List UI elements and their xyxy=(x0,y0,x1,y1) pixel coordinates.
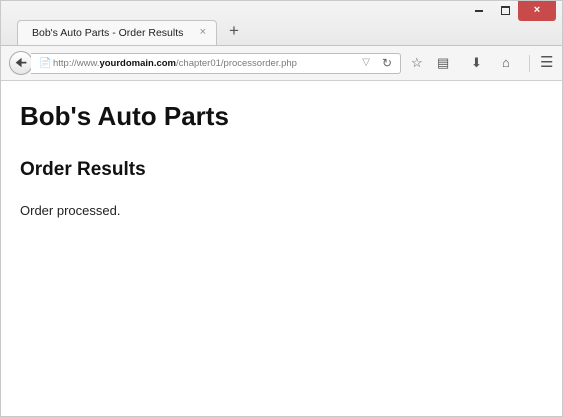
tab-order-results[interactable]: Bob's Auto Parts - Order Results × xyxy=(17,20,217,45)
bookmark-star-icon[interactable]: ☆ xyxy=(411,55,423,71)
new-tab-icon[interactable]: + xyxy=(229,22,239,39)
browser-window: Bob's Auto Parts - Order Results × + × 🠈… xyxy=(0,0,563,417)
url-path: /chapter01/processorder.php xyxy=(176,58,297,69)
tab-close-icon[interactable]: × xyxy=(200,26,206,38)
title-bar: Bob's Auto Parts - Order Results × + × xyxy=(1,1,562,45)
page-content: Bob's Auto Parts Order Results Order pro… xyxy=(1,81,562,416)
navigation-bar: 🠈 📄 http://www.yourdomain.com/chapter01/… xyxy=(1,45,562,81)
home-icon[interactable]: ⌂ xyxy=(502,55,510,70)
toolbar-separator xyxy=(529,55,530,72)
maximize-icon xyxy=(500,6,510,16)
reload-icon[interactable]: ↻ xyxy=(382,56,392,70)
download-icon[interactable]: ⬇ xyxy=(471,55,482,71)
back-button[interactable]: 🠈 xyxy=(9,51,33,75)
site-identity-icon[interactable]: 📄 xyxy=(39,58,51,69)
menu-icon[interactable]: ☰ xyxy=(540,53,553,71)
order-status-message: Order processed. xyxy=(20,203,121,218)
dropdown-icon[interactable]: ▽ xyxy=(362,57,370,68)
page-heading: Bob's Auto Parts xyxy=(20,101,229,131)
tab-title: Bob's Auto Parts - Order Results xyxy=(32,27,184,39)
minimize-icon xyxy=(475,9,483,12)
window-controls: × xyxy=(466,1,556,21)
url-text[interactable]: http://www.yourdomain.com/chapter01/proc… xyxy=(53,58,297,69)
maximize-button[interactable] xyxy=(492,1,518,21)
url-prefix: http://www. xyxy=(53,58,100,69)
minimize-button[interactable] xyxy=(466,1,492,21)
reading-list-icon[interactable]: ▤ xyxy=(437,55,449,71)
close-window-button[interactable]: × xyxy=(518,1,556,21)
url-domain: yourdomain.com xyxy=(99,58,177,69)
back-arrow-icon: 🠈 xyxy=(14,55,28,70)
page-subheading: Order Results xyxy=(20,159,146,180)
address-bar[interactable]: 📄 http://www.yourdomain.com/chapter01/pr… xyxy=(31,53,401,74)
